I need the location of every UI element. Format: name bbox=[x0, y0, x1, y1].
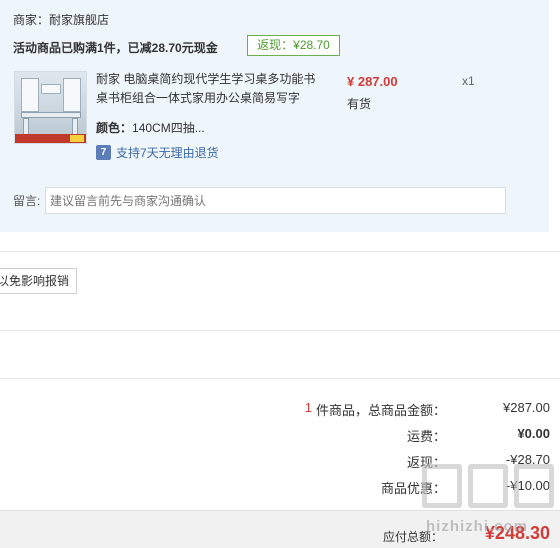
divider bbox=[0, 378, 560, 379]
payable-value: ¥248.30 bbox=[484, 523, 550, 543]
divider bbox=[0, 330, 560, 331]
summary-rebate: 返现： -¥28.70 bbox=[406, 452, 550, 470]
divider bbox=[0, 251, 560, 252]
promo-text: 活动商品已购满1件，已减28.70元现金 bbox=[13, 41, 218, 55]
order-block: 商家：耐家旗舰店 活动商品已购满1件，已减28.70元现金 返现：¥28.70 … bbox=[0, 0, 549, 232]
product-quantity: x1 bbox=[462, 74, 475, 88]
total-bar: 应付总额： ¥248.30 bbox=[0, 510, 560, 548]
summary-rebate-label: 返现： bbox=[406, 455, 446, 470]
product-price: ¥ 287.00 bbox=[347, 74, 398, 89]
note-input[interactable] bbox=[45, 187, 506, 214]
summary-discount: 商品优惠： -¥10.00 bbox=[380, 478, 550, 496]
summary-item-count: 1 bbox=[304, 400, 312, 415]
product-variant: 颜色：140CM四抽... bbox=[96, 119, 205, 136]
seven-day-return-icon: 7 bbox=[96, 144, 111, 160]
product-image[interactable] bbox=[14, 71, 87, 144]
payable-label: 应付总额： bbox=[382, 530, 443, 544]
return-policy: 7 支持7天无理由退货 bbox=[96, 144, 219, 160]
product-title[interactable]: 耐家 电脑桌简约现代学生学习桌多功能书桌书柜组合一体式家用办公桌简易写字 bbox=[96, 70, 316, 108]
summary-goods-value: ¥287.00 bbox=[503, 400, 550, 415]
variant-label: 颜色： bbox=[96, 121, 133, 135]
product-image-ribbon-tag bbox=[70, 135, 84, 142]
summary-discount-label: 商品优惠： bbox=[380, 481, 446, 496]
summary-shipping-value: ¥0.00 bbox=[517, 426, 550, 441]
summary-shipping-label: 运费： bbox=[406, 429, 446, 444]
summary-rebate-value: -¥28.70 bbox=[505, 452, 550, 467]
product-image-shelf-top bbox=[41, 84, 61, 94]
product-image-shelf-left bbox=[21, 78, 39, 112]
summary-goods-label: 件商品，总商品金额： bbox=[315, 403, 446, 418]
summary-goods-total: 1 件商品，总商品金额： ¥287.00 bbox=[304, 400, 550, 418]
merchant-name[interactable]: 商家：耐家旗舰店 bbox=[13, 11, 109, 28]
product-image-shelf-right bbox=[63, 78, 81, 112]
return-policy-text: 支持7天无理由退货 bbox=[116, 145, 219, 160]
note-label: 留言: bbox=[13, 194, 41, 208]
variant-value: 140CM四抽... bbox=[132, 121, 205, 135]
stock-status: 有货 bbox=[347, 97, 372, 111]
summary-shipping: 运费： ¥0.00 bbox=[406, 426, 550, 444]
rebate-badge: 返现：¥28.70 bbox=[247, 35, 340, 56]
report-button[interactable]: 以免影响报销 bbox=[0, 268, 78, 294]
summary-discount-value: -¥10.00 bbox=[505, 478, 550, 493]
